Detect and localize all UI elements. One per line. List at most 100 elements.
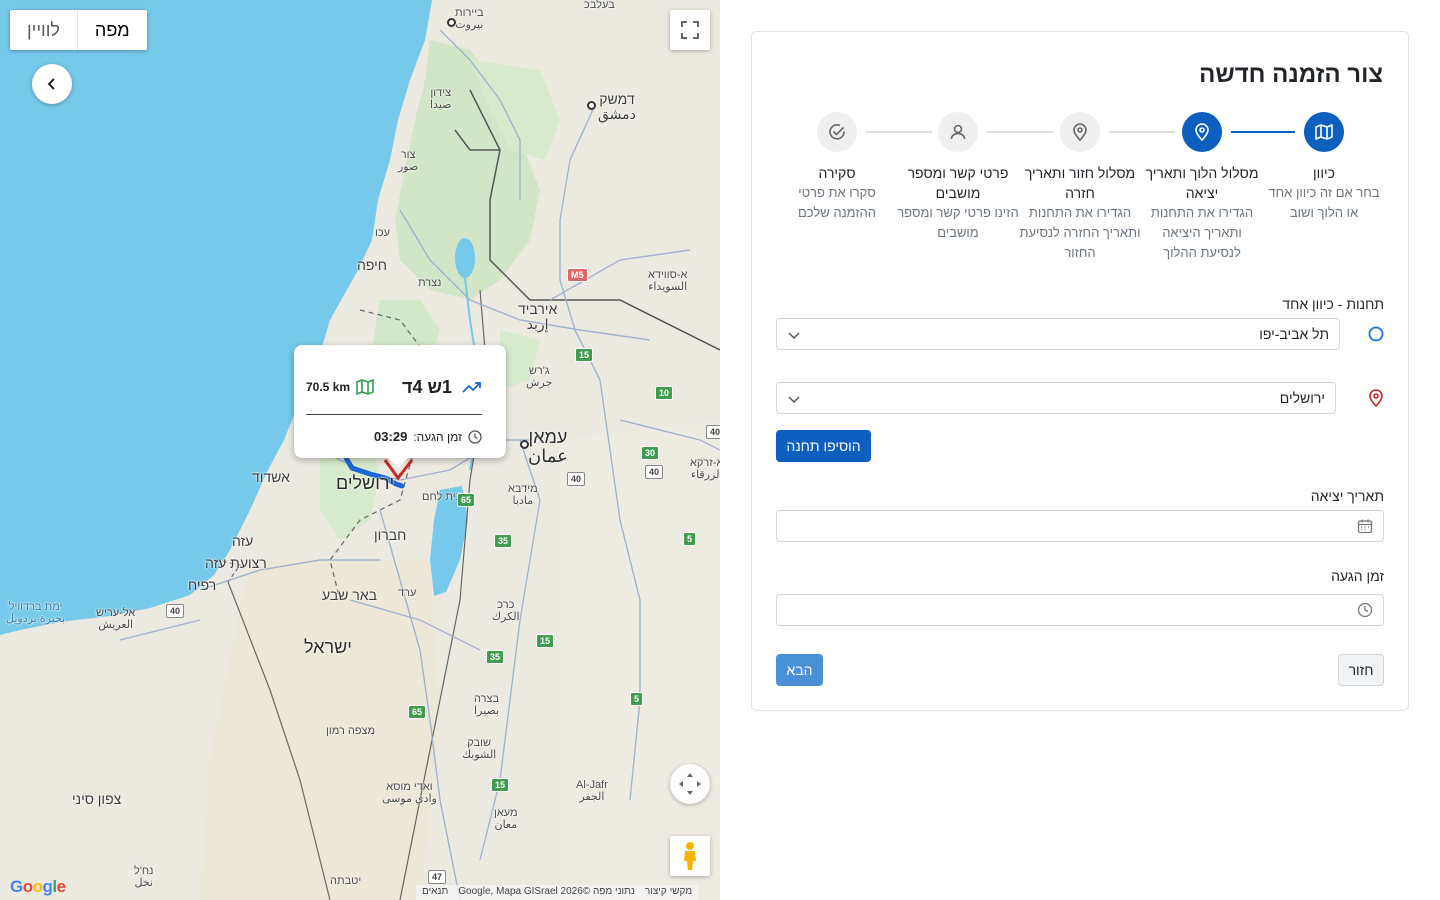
road-shield: 35 xyxy=(486,650,505,664)
trend-icon xyxy=(462,382,481,393)
chevron-down-icon xyxy=(788,332,800,340)
map-label-nakhl: נח'ל نخل xyxy=(134,865,154,889)
step-description: הזינו פרטי קשר ומספר מושבים xyxy=(897,205,1019,240)
map-label-jerusalem: ירושלים xyxy=(336,473,395,493)
map-icon xyxy=(1315,124,1333,140)
arrival-time-label: זמן הגעה xyxy=(1331,568,1384,584)
map-label-amman: עמאן عمان xyxy=(528,427,568,466)
pin-icon xyxy=(1195,123,1209,142)
map-label-bardawil: ימת ברדוויל بحيرة بردويل xyxy=(6,601,66,625)
map-label-beersheba: באר שבע xyxy=(322,587,377,603)
step-circle xyxy=(817,112,857,152)
step-circle xyxy=(1304,112,1344,152)
road-shield: 15 xyxy=(491,778,510,792)
step-circle xyxy=(1060,112,1100,152)
fullscreen-icon xyxy=(681,21,699,39)
map-label-shobak: שובק الشوبك xyxy=(462,737,497,761)
step-description: סקרו את פרטי ההזמנה שלכם xyxy=(797,185,877,220)
map-label-al-jafr: Al-Jafr الجفر xyxy=(576,779,608,803)
map-label-beirut: ביירות بيروت xyxy=(455,7,484,31)
road-shield: 30 xyxy=(641,446,660,460)
step-outbound-route[interactable]: מסלול הלוך ותאריך יציאה הגדירו את התחנות… xyxy=(1141,112,1263,263)
pin-icon xyxy=(1073,123,1087,142)
road-shield: 65 xyxy=(457,493,476,507)
map-label-maan: מעאן معان xyxy=(494,807,518,831)
map-label-arish: אל-עריש العريش xyxy=(96,607,136,631)
next-button[interactable]: הבא xyxy=(776,654,823,686)
google-logo: Google xyxy=(10,877,66,896)
step-return-route[interactable]: מסלול חזור ותאריך חזרה הגדירו את התחנות … xyxy=(1019,112,1141,263)
arrival-label: זמן הגעה: xyxy=(413,429,462,444)
chevron-left-icon xyxy=(47,78,55,90)
step-title: סקירה xyxy=(818,165,856,181)
step-description: בחר אם זה כיוון אחד או הלוך ושוב xyxy=(1268,185,1380,220)
page-title: צור הזמנה חדשה xyxy=(1199,61,1383,88)
destination-station-value: ירושלים xyxy=(1279,390,1325,406)
map-label-yotvata: יטבתה xyxy=(330,875,362,887)
duration-text: 1ש 4ד xyxy=(401,376,452,397)
collapse-map-button[interactable] xyxy=(32,64,72,104)
capital-marker xyxy=(447,18,456,27)
departure-date-input[interactable] xyxy=(813,517,1373,533)
step-title: מסלול חזור ותאריך חזרה xyxy=(1024,165,1136,201)
map-label-gaza-strip: רצועת עזה xyxy=(205,555,267,571)
road-shield: 40 xyxy=(166,604,185,618)
clock-icon[interactable] xyxy=(1357,602,1373,618)
street-view-pegman[interactable] xyxy=(670,836,710,876)
capital-marker xyxy=(520,440,529,449)
road-shield: 15 xyxy=(575,348,594,362)
map-type-control: לוויין מפה xyxy=(10,10,147,50)
keyboard-shortcuts-link[interactable]: מקשי קיצור xyxy=(645,886,692,899)
user-icon xyxy=(950,124,966,140)
map-label-sinai: צפון סיני xyxy=(72,791,122,807)
arrival-time: 03:29 xyxy=(374,429,408,444)
departure-date-label: תאריך יציאה xyxy=(1310,488,1384,504)
satellite-toggle-button[interactable]: לוויין xyxy=(10,10,77,50)
step-title: מסלול הלוך ותאריך יציאה xyxy=(1145,165,1259,201)
map-label-haifa: חיפה xyxy=(357,257,387,273)
map-data-text: נתוני מפה ©2026 Google, Mapa GISrael xyxy=(458,886,635,897)
terms-link[interactable]: תנאים xyxy=(422,886,448,899)
map-label-karak: כרכ الكرك xyxy=(492,599,520,623)
camera-control-button[interactable] xyxy=(670,764,710,804)
route-duration: 1ש 4ד xyxy=(402,377,482,398)
step-circle xyxy=(1182,112,1222,152)
step-circle xyxy=(938,112,978,152)
check-circle-icon xyxy=(829,124,845,140)
destination-pin-icon xyxy=(1366,388,1386,408)
road-shield: 10 xyxy=(655,386,674,400)
map-label-sidon: צידון صيدا xyxy=(430,87,452,111)
origin-station-select[interactable]: תל אביב-יפו xyxy=(776,318,1340,350)
road-shield: 47 xyxy=(428,870,447,884)
map-label-arad: ערד xyxy=(398,587,417,599)
arrival-time-field[interactable] xyxy=(776,594,1384,626)
step-direction[interactable]: כיוון בחר אם זה כיוון אחד או הלוך ושוב xyxy=(1263,112,1385,223)
fullscreen-button[interactable] xyxy=(670,10,710,50)
step-contact-details[interactable]: פרטי קשר ומספר מושבים הזינו פרטי קשר ומס… xyxy=(897,112,1019,243)
arrival-time-input[interactable] xyxy=(813,601,1373,617)
map-toggle-button[interactable]: מפה xyxy=(76,10,147,50)
map-label-gaza: עזה xyxy=(232,533,254,549)
departure-date-field[interactable] xyxy=(776,510,1384,542)
map-label-jerash: ג'רש جرش xyxy=(526,365,553,389)
map-label-rafah: רפיח xyxy=(188,577,217,593)
step-review[interactable]: סקירה סקרו את פרטי ההזמנה שלכם xyxy=(776,112,898,223)
map-view[interactable]: ביירות بيروت דמשק دمشق צידון صيدا צור صور עכ… xyxy=(0,0,720,900)
map-label-ashdod: אשדוד xyxy=(252,469,290,485)
map-label-tyre: צור صور xyxy=(398,149,419,173)
map-icon xyxy=(356,379,374,395)
road-shield: 40 xyxy=(567,472,586,486)
back-button[interactable]: חזור xyxy=(1338,654,1384,686)
distance-text: 70.5 km xyxy=(306,380,351,394)
map-label-madaba: מידבא مادبا xyxy=(508,483,538,507)
road-shield: 40 xyxy=(706,425,720,439)
move-arrows-icon xyxy=(679,773,701,795)
destination-station-select[interactable]: ירושלים xyxy=(776,382,1336,414)
map-label-wadi-musa: ואדי מוסא وادي موسى xyxy=(382,781,437,805)
add-station-button[interactable]: הוסיפו תחנה xyxy=(776,430,871,462)
calendar-icon[interactable] xyxy=(1357,518,1373,534)
map-label-irbid: אירביד إربد xyxy=(518,301,558,332)
stations-label: תחנות - כיוון אחד xyxy=(1282,296,1384,312)
popup-divider xyxy=(306,414,482,415)
pegman-icon xyxy=(684,842,696,870)
